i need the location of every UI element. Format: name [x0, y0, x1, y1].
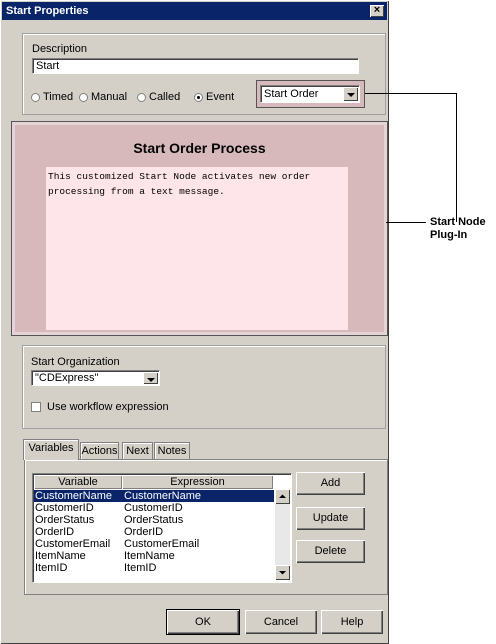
cancel-button[interactable]: Cancel [245, 610, 317, 634]
table-row[interactable]: CustomerName CustomerName [34, 490, 274, 502]
scroll-down-button[interactable] [275, 565, 290, 580]
radio-called[interactable]: Called [137, 91, 180, 103]
ok-button[interactable]: OK [167, 610, 239, 634]
description-field[interactable]: Start [32, 58, 359, 74]
use-workflow-expression-checkbox[interactable] [31, 402, 41, 412]
scroll-up-button[interactable] [275, 489, 290, 504]
title-bar[interactable]: Start Properties × [2, 2, 387, 20]
tab-notes[interactable]: Notes [154, 442, 190, 459]
use-workflow-expression-label: Use workflow expression [47, 401, 169, 413]
radio-called-circle [137, 92, 146, 102]
cell-expression: CustomerEmail [124, 538, 200, 550]
cell-variable: OrderID [35, 526, 75, 538]
cell-expression: ItemName [124, 550, 175, 562]
organization-label: Start Organization [31, 356, 120, 368]
organization-select-value: "CDExpress" [35, 372, 99, 384]
close-button[interactable]: × [370, 5, 384, 17]
callout-line-top [365, 93, 457, 94]
table-row[interactable]: ItemName ItemName [34, 550, 274, 562]
event-select[interactable]: Start Order [260, 85, 360, 103]
radio-manual[interactable]: Manual [79, 91, 127, 103]
description-label: Description [32, 43, 88, 55]
radio-timed-label: Timed [43, 91, 74, 103]
table-row[interactable]: OrderStatus OrderStatus [34, 514, 274, 526]
cell-variable: CustomerID [35, 502, 94, 514]
chevron-down-icon[interactable] [343, 87, 358, 101]
table-row[interactable]: ItemID ItemID [34, 562, 274, 574]
radio-manual-label: Manual [91, 91, 128, 103]
chevron-down-icon[interactable] [143, 372, 158, 384]
plugin-description: This customized Start Node activates new… [46, 167, 348, 330]
table-scrollbar[interactable] [275, 489, 290, 580]
close-icon: × [373, 4, 381, 16]
tab-actions[interactable]: Actions [80, 442, 119, 459]
cell-expression: OrderStatus [124, 514, 184, 526]
tab-next[interactable]: Next [122, 442, 153, 459]
cell-variable: ItemName [35, 550, 86, 562]
cell-variable: CustomerName [35, 490, 113, 502]
start-node-plugin-panel: Start Order Process This customized Star… [11, 121, 388, 336]
radio-timed-circle [31, 92, 40, 102]
table-row[interactable]: CustomerEmail CustomerEmail [34, 538, 274, 550]
radio-event-label: Event [206, 91, 235, 103]
cell-expression: ItemID [124, 562, 157, 574]
callout-label-start-node: Start Node [430, 216, 486, 228]
help-button[interactable]: Help [321, 610, 383, 634]
radio-called-label: Called [149, 91, 181, 103]
variables-table[interactable]: Variable Expression CustomerName Custome… [32, 473, 292, 583]
callout-label-plug-in: Plug-In [430, 229, 468, 241]
callout-line-plugin [386, 222, 426, 223]
cell-variable: OrderStatus [35, 514, 95, 526]
chevron-down-icon [279, 571, 286, 575]
table-row[interactable]: OrderID OrderID [34, 526, 274, 538]
plugin-title: Start Order Process [133, 140, 266, 156]
radio-event[interactable]: Event [194, 91, 234, 103]
cell-variable: CustomerEmail [35, 538, 111, 550]
add-button[interactable]: Add [296, 472, 365, 495]
radio-timed[interactable]: Timed [31, 91, 73, 103]
window-title: Start Properties [6, 5, 89, 17]
delete-button[interactable]: Delete [296, 540, 365, 563]
cell-expression: OrderID [124, 526, 164, 538]
table-row[interactable]: CustomerID CustomerID [34, 502, 274, 514]
radio-manual-circle [79, 92, 88, 102]
update-button[interactable]: Update [296, 507, 365, 530]
start-properties-dialog: Start Properties × Description Start Tim… [0, 0, 389, 644]
chevron-up-icon [279, 494, 286, 498]
cell-variable: ItemID [35, 562, 68, 574]
radio-event-circle [194, 92, 203, 102]
column-header-variable[interactable]: Variable [34, 475, 122, 489]
event-select-value: Start Order [264, 88, 319, 100]
column-header-expression[interactable]: Expression [122, 475, 273, 489]
tab-variables[interactable]: Variables [23, 439, 79, 460]
callout-line-vertical [456, 93, 457, 222]
cell-expression: CustomerID [124, 502, 183, 514]
organization-select[interactable]: "CDExpress" [31, 370, 160, 386]
cell-expression: CustomerName [124, 490, 202, 502]
